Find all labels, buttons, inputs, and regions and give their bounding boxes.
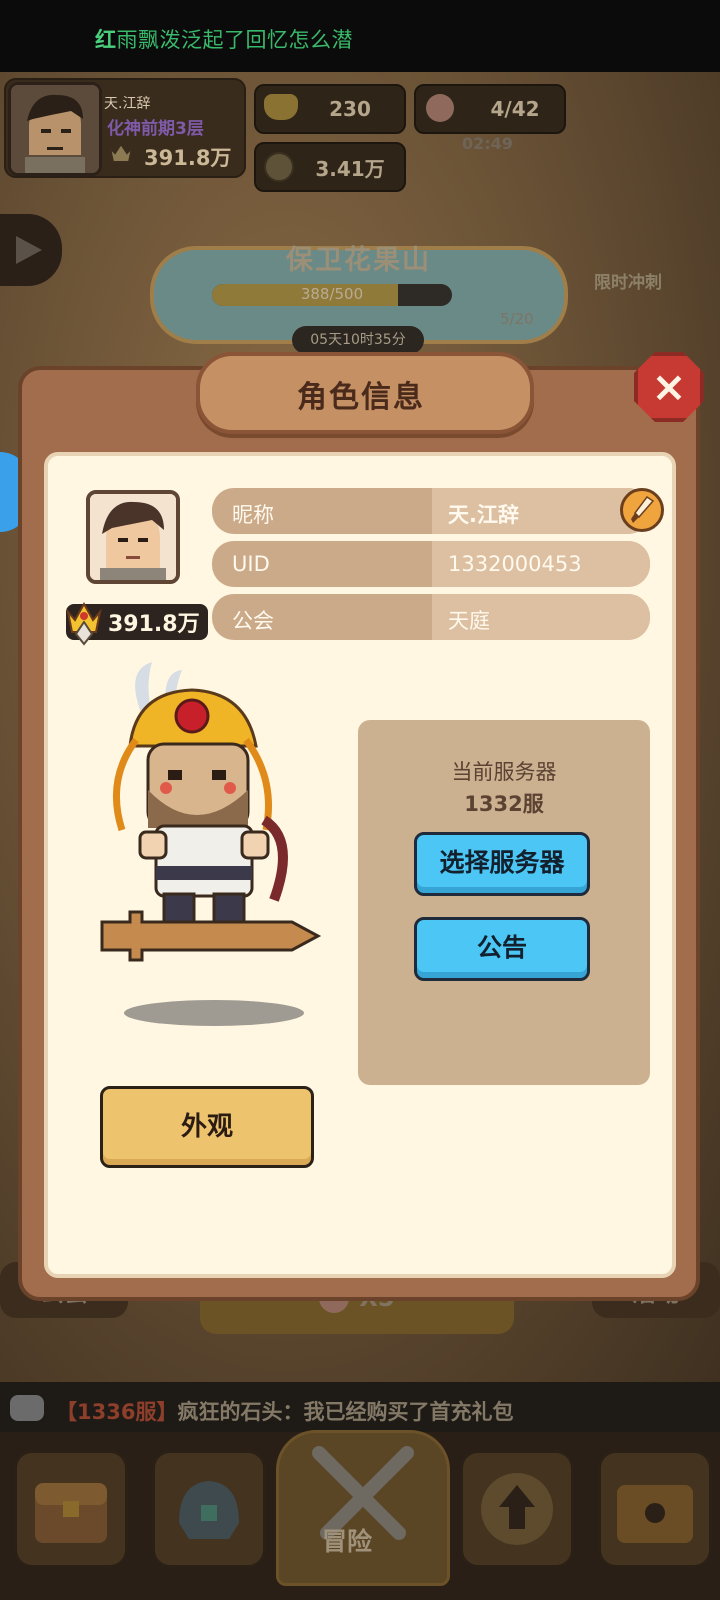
energy-timer: 02:49 <box>462 134 513 153</box>
play-icon <box>16 236 42 264</box>
notice-button[interactable]: 公告 <box>414 917 590 981</box>
uid-value: 1332000453 <box>448 552 582 576</box>
marquee-rest: 雨飘泼泛起了回忆怎么潜 <box>116 28 353 52</box>
nickname-value: 天.江辞 <box>448 503 519 527</box>
crown-power-icon <box>62 598 106 646</box>
player-avatar[interactable] <box>8 82 102 176</box>
guild-label: 公会 <box>232 609 274 633</box>
player-rank: 化神前期3层 <box>107 119 204 139</box>
select-server-button[interactable]: 选择服务器 <box>414 832 590 896</box>
modal-title: 角色信息 <box>297 380 425 415</box>
uid-label: UID <box>232 552 270 576</box>
guild-value: 天庭 <box>448 609 490 633</box>
coin-icon <box>264 152 294 182</box>
chest-icon <box>35 1483 107 1543</box>
locked-chest-icon <box>617 1485 693 1543</box>
power-value: 391.8万 <box>108 612 200 637</box>
chat-icon[interactable] <box>10 1395 44 1421</box>
event-reward-count: 5/20 <box>500 310 534 328</box>
nav-adventure-label: 冒险 <box>322 1527 373 1556</box>
peach-icon <box>426 94 454 122</box>
chat-message-text: 疯狂的石头：我已经购买了首充礼包 <box>177 1400 514 1424</box>
edit-nickname-button[interactable] <box>620 488 664 532</box>
appearance-button[interactable]: 外观 <box>100 1086 314 1168</box>
close-button[interactable]: × <box>634 352 704 422</box>
portrait-face-icon <box>90 494 176 580</box>
current-server-value: 1332服 <box>464 792 544 816</box>
character-portrait <box>86 490 180 584</box>
event-title: 保卫花果山 <box>286 245 431 276</box>
gold-resource[interactable]: 230 <box>254 84 406 134</box>
character-model <box>96 660 332 990</box>
play-button[interactable] <box>0 214 62 286</box>
player-power: 391.8万 <box>144 146 232 170</box>
nav-vault-button[interactable] <box>598 1450 712 1568</box>
peach-energy-value: 4/42 <box>490 97 540 121</box>
nickname-row: 昵称 天.江辞 <box>212 488 650 534</box>
peach-energy-resource[interactable]: 4/42 <box>414 84 566 134</box>
nav-chest-button[interactable] <box>14 1450 128 1568</box>
crown-power-icon <box>106 138 136 168</box>
coin-value: 3.41万 <box>315 156 385 181</box>
nickname-label: 昵称 <box>232 503 274 527</box>
marquee-text: 红雨飘泼泛起了回忆怎么潜 <box>95 24 353 54</box>
gold-ingot-icon <box>264 94 298 120</box>
gold-value: 230 <box>329 97 371 121</box>
nav-equipment-button[interactable] <box>152 1450 266 1568</box>
nav-upgrade-button[interactable] <box>460 1450 574 1568</box>
chat-server-tag: 【1336服】 <box>56 1400 178 1424</box>
coin-resource[interactable]: 3.41万 <box>254 142 406 192</box>
close-icon: × <box>651 362 687 411</box>
chat-message: 【1336服】疯狂的石头：我已经购买了首充礼包 <box>56 1396 513 1426</box>
limit-sprint-label[interactable]: 限时冲刺 <box>594 268 662 293</box>
guild-row: 公会 天庭 <box>212 594 650 640</box>
helmet-icon <box>179 1481 239 1539</box>
upgrade-arrow-icon <box>481 1473 553 1545</box>
player-name: 天.江辞 <box>104 96 151 112</box>
current-server-label: 当前服务器 <box>451 760 557 784</box>
event-timer: 05天10时35分 <box>292 326 424 354</box>
avatar-face-icon <box>11 85 99 173</box>
brush-edit-icon <box>631 495 655 523</box>
character-shadow <box>124 1000 304 1026</box>
uid-row: UID 1332000453 <box>212 541 650 587</box>
event-progress-text: 388/500 <box>300 285 364 303</box>
nav-adventure-button[interactable] <box>276 1430 450 1586</box>
marquee-first-char: 红 <box>95 28 117 52</box>
